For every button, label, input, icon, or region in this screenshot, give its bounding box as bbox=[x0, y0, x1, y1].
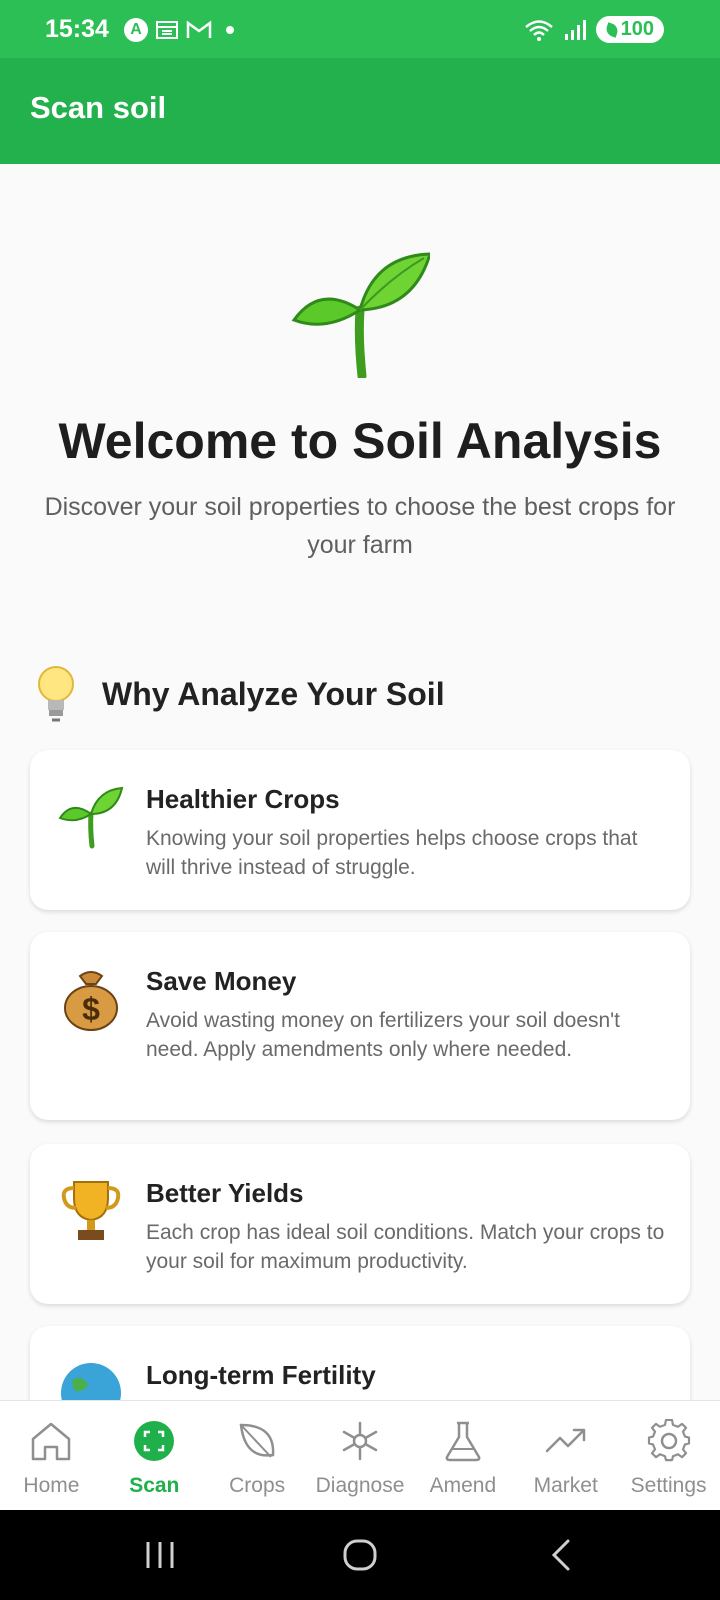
benefit-card: Long-term Fertility bbox=[30, 1326, 690, 1400]
card-title: Save Money bbox=[146, 966, 297, 996]
asterisk-icon bbox=[342, 1421, 378, 1461]
sprout-icon bbox=[58, 786, 124, 849]
battery-level: 100 bbox=[620, 18, 654, 40]
signal-icon bbox=[564, 19, 586, 40]
welcome-title: Welcome to Soil Analysis bbox=[58, 413, 662, 469]
card-title: Healthier Crops bbox=[146, 784, 340, 814]
dot-icon bbox=[226, 26, 234, 34]
svg-text:$: $ bbox=[82, 991, 100, 1027]
nav-label: Market bbox=[533, 1474, 598, 1497]
system-icons: 100 bbox=[524, 16, 664, 43]
card-description: Avoid wasting money on fertilizers your … bbox=[146, 1009, 621, 1061]
flask-icon bbox=[445, 1421, 481, 1462]
section-header: Why Analyze Your Soil bbox=[32, 664, 445, 724]
status-time: 15:34 bbox=[45, 15, 109, 43]
bottom-nav: Home Scan Crops Diagnose Amend Market Se… bbox=[0, 1400, 720, 1511]
gear-icon bbox=[647, 1419, 690, 1462]
battery-icon: 100 bbox=[595, 16, 664, 43]
app-bar: Scan soil bbox=[0, 58, 720, 164]
nav-diagnose[interactable]: Diagnose bbox=[309, 1401, 412, 1511]
back-icon[interactable] bbox=[542, 1538, 582, 1572]
nav-amend[interactable]: Amend bbox=[411, 1401, 514, 1511]
nav-scan[interactable]: Scan bbox=[103, 1401, 206, 1511]
status-bar: 15:34 A 100 bbox=[0, 0, 720, 58]
nav-label: Settings bbox=[630, 1474, 707, 1497]
lightbulb-icon bbox=[38, 666, 74, 722]
nav-label: Scan bbox=[129, 1474, 180, 1497]
benefit-card: Healthier Crops Knowing your soil proper… bbox=[30, 750, 690, 910]
nav-home[interactable]: Home bbox=[0, 1401, 103, 1511]
trophy-icon bbox=[61, 1181, 121, 1240]
card-title: Long-term Fertility bbox=[146, 1360, 376, 1390]
nav-label: Home bbox=[23, 1474, 80, 1497]
card-description: Each crop has ideal soil conditions. Mat… bbox=[146, 1221, 665, 1273]
section-title: Why Analyze Your Soil bbox=[102, 675, 445, 712]
sprout-icon bbox=[291, 252, 430, 378]
card-description: Knowing your soil properties helps choos… bbox=[146, 827, 638, 879]
nav-label: Diagnose bbox=[315, 1474, 405, 1497]
benefit-card: $ Save Money Avoid wasting money on fert… bbox=[30, 932, 690, 1120]
system-nav-bar bbox=[0, 1510, 720, 1600]
battery-saver-icon bbox=[603, 21, 620, 38]
scan-icon bbox=[134, 1421, 175, 1461]
wifi-icon bbox=[524, 19, 553, 41]
benefit-card: Better Yields Each crop has ideal soil c… bbox=[30, 1144, 690, 1304]
nav-market[interactable]: Market bbox=[514, 1401, 617, 1511]
gmail-icon bbox=[186, 20, 212, 38]
home-icon bbox=[32, 1422, 71, 1461]
trend-up-icon bbox=[545, 1428, 585, 1453]
calendar-icon bbox=[156, 21, 178, 39]
recent-apps-icon[interactable] bbox=[140, 1538, 180, 1572]
a-icon: A bbox=[124, 18, 148, 42]
nav-label: Crops bbox=[229, 1474, 286, 1497]
notification-icons: A bbox=[124, 18, 234, 42]
scroll-content[interactable]: Welcome to Soil Analysis Discover your s… bbox=[0, 164, 720, 1400]
globe-icon bbox=[61, 1363, 121, 1400]
leaf-icon bbox=[239, 1423, 275, 1458]
nav-crops[interactable]: Crops bbox=[206, 1401, 309, 1511]
nav-label: Amend bbox=[429, 1474, 497, 1497]
welcome-subtitle: Discover your soil properties to choose … bbox=[44, 493, 676, 559]
home-button-icon[interactable] bbox=[340, 1538, 380, 1572]
card-title: Better Yields bbox=[146, 1178, 304, 1208]
page-title: Scan soil bbox=[30, 90, 167, 125]
nav-settings[interactable]: Settings bbox=[617, 1401, 720, 1511]
money-bag-icon: $ bbox=[64, 971, 118, 1031]
